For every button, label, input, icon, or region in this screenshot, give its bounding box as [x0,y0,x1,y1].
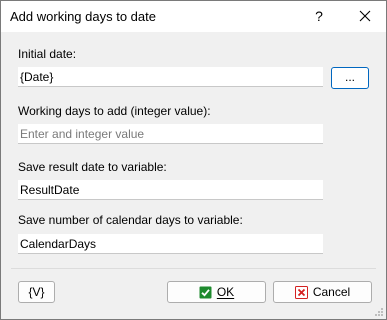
result-variable-label: Save result date to variable: [18,160,167,174]
resize-grip-icon[interactable] [374,307,384,317]
result-variable-input[interactable]: ResultDate [18,180,323,200]
footer-separator [11,268,376,269]
close-icon [359,10,371,22]
ok-label: OK [216,285,235,299]
close-button[interactable] [346,1,384,32]
calendar-days-input[interactable]: CalendarDays [18,234,323,254]
initial-date-label: Initial date: [18,47,77,61]
ok-button[interactable]: OK [167,281,266,303]
help-button[interactable]: ? [304,1,334,32]
window-title: Add working days to date [10,9,156,24]
check-icon [199,286,212,298]
x-icon [294,285,308,299]
cancel-label: Cancel [312,285,351,299]
working-days-label: Working days to add (integer value): [18,104,211,118]
working-days-input[interactable]: Enter and integer value [18,124,323,144]
calendar-days-label: Save number of calendar days to variable… [18,213,243,227]
title-bar: Add working days to date ? [1,1,386,32]
browse-date-button[interactable]: ... [331,67,369,89]
dialog-window: Add working days to date ? Initial date:… [0,0,387,320]
initial-date-input[interactable]: {Date} [18,67,323,87]
cancel-button[interactable]: Cancel [273,281,372,303]
insert-variable-button[interactable]: {V} [18,281,55,303]
